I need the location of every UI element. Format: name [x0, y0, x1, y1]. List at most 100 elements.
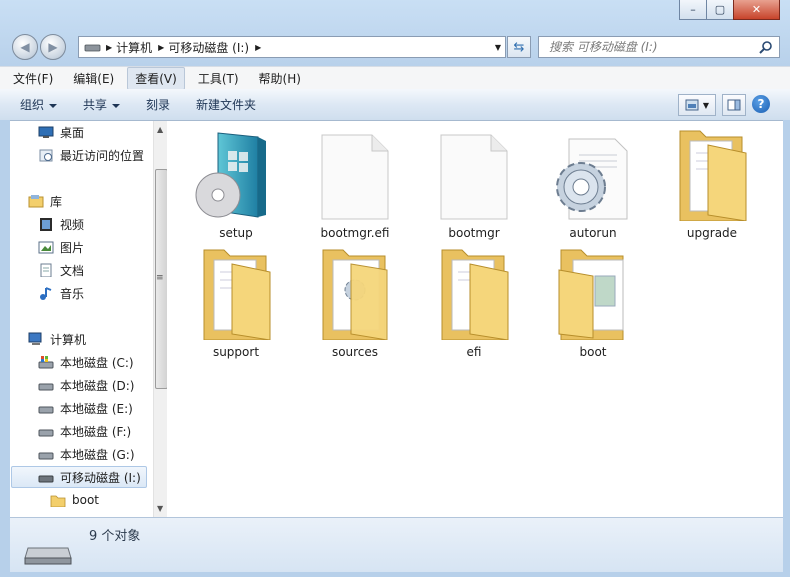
nav-drive-e[interactable]: 本地磁盘 (E:): [38, 397, 133, 419]
setup-installer-icon: [195, 132, 266, 218]
menu-tools[interactable]: 工具(T): [191, 68, 246, 89]
nav-desktop[interactable]: 桌面: [38, 121, 84, 143]
nav-scrollbar[interactable]: ▲ ≡ ▼: [153, 121, 168, 517]
nav-pictures[interactable]: 图片: [38, 236, 84, 258]
breadcrumb-arrow-icon: ▶: [255, 42, 262, 52]
scroll-up-icon[interactable]: ▲: [157, 125, 163, 134]
share-button[interactable]: 共享: [77, 94, 126, 115]
file-label: autorun: [569, 226, 617, 240]
file-bootmgr-efi[interactable]: bootmgr.efi: [307, 127, 403, 240]
nav-video[interactable]: 视频: [38, 213, 84, 235]
video-icon: [40, 218, 52, 231]
breadcrumb-arrow-icon: ▶: [106, 42, 113, 52]
file-label: efi: [466, 345, 482, 359]
drive-icon: [38, 452, 54, 460]
help-button[interactable]: ?: [752, 95, 770, 113]
address-bar[interactable]: ▶ 计算机 ▶ 可移动磁盘 (I:) ▶ ▼: [78, 36, 506, 58]
nav-music[interactable]: 音乐: [38, 282, 84, 304]
command-bar: 组织 共享 刻录 新建文件夹 ▼ ?: [0, 89, 790, 121]
documents-icon: [40, 263, 52, 277]
details-pane: 9 个对象: [10, 517, 783, 573]
share-label: 共享: [83, 98, 108, 112]
library-icon: [28, 195, 44, 208]
file-label: support: [212, 345, 260, 359]
nav-drive-f[interactable]: 本地磁盘 (F:): [38, 420, 131, 442]
breadcrumb-removable-disk[interactable]: 可移动磁盘 (I:): [168, 39, 249, 56]
nav-documents[interactable]: 文档: [38, 259, 84, 281]
maximize-button[interactable]: ▢: [706, 0, 734, 20]
music-icon: [40, 287, 52, 300]
folder-icon: [322, 249, 388, 341]
menu-edit[interactable]: 编辑(E): [66, 68, 121, 89]
folder-icon: [441, 249, 509, 341]
nav-drive-g[interactable]: 本地磁盘 (G:): [38, 443, 135, 465]
file-label: boot: [579, 345, 607, 359]
folder-support[interactable]: support: [188, 246, 284, 359]
navigation-pane: 桌面 最近访问的位置 库 视频 图片 文档 音乐 计算机 本地磁盘 (C:) 本…: [10, 121, 153, 517]
nav-folder-boot-label: boot: [72, 493, 100, 507]
nav-library[interactable]: 库: [28, 190, 62, 212]
maximize-icon: ▢: [714, 3, 726, 16]
menu-help[interactable]: 帮助(H): [252, 68, 308, 89]
folder-sources[interactable]: sources: [307, 246, 403, 359]
organize-button[interactable]: 组织: [14, 94, 63, 115]
preview-pane-button[interactable]: [722, 94, 746, 116]
nav-computer[interactable]: 计算机: [28, 328, 86, 350]
share-dropdown-icon: [112, 103, 121, 108]
forward-button[interactable]: ▶: [40, 34, 66, 60]
file-list: setup bootmgr.efi bootmgr autorun upgrad…: [167, 121, 783, 517]
drive-icon: [84, 44, 101, 52]
refresh-button[interactable]: ⇆: [507, 36, 531, 58]
preview-pane-icon: [727, 99, 741, 111]
recent-places-icon: [39, 149, 53, 162]
folder-efi[interactable]: efi: [426, 246, 522, 359]
nav-recent[interactable]: 最近访问的位置: [38, 144, 144, 166]
file-autorun[interactable]: autorun: [545, 127, 641, 240]
folder-upgrade[interactable]: upgrade: [664, 127, 760, 240]
nav-drive-d[interactable]: 本地磁盘 (D:): [38, 374, 134, 396]
search-box[interactable]: [538, 36, 780, 58]
view-dropdown-icon: ▼: [702, 100, 710, 110]
nav-drive-c[interactable]: 本地磁盘 (C:): [38, 351, 134, 373]
drive-icon: [38, 406, 54, 414]
removable-drive-icon: [38, 475, 54, 483]
menu-view[interactable]: 查看(V): [127, 66, 185, 90]
desktop-icon: [38, 126, 54, 138]
breadcrumb-computer[interactable]: 计算机: [116, 39, 152, 56]
scroll-down-icon[interactable]: ▼: [157, 504, 163, 513]
nav-drive-i[interactable]: 可移动磁盘 (I:): [11, 466, 147, 488]
pictures-icon: [38, 241, 54, 254]
burn-button[interactable]: 刻录: [140, 94, 176, 115]
nav-computer-label: 计算机: [50, 332, 87, 347]
explorer-window: – ▢ ✕ ◀ ▶ ▶ 计算机 ▶ 可移动磁盘 (I:) ▶ ▼ ⇆ 文件(F)…: [0, 0, 790, 577]
window-frame-bottom: [0, 572, 790, 577]
menu-bar: 文件(F) 编辑(E) 查看(V) 工具(T) 帮助(H): [0, 66, 790, 90]
address-dropdown-icon[interactable]: ▼: [495, 43, 501, 52]
view-icon: [685, 99, 699, 111]
back-button[interactable]: ◀: [12, 34, 38, 60]
organize-dropdown-icon: [49, 103, 58, 108]
item-count: 9 个对象: [89, 529, 141, 544]
organize-label: 组织: [20, 98, 45, 112]
menu-file[interactable]: 文件(F): [6, 68, 60, 89]
nav-documents-label: 文档: [60, 263, 85, 278]
file-label: setup: [219, 226, 253, 240]
folder-icon: [679, 130, 747, 222]
file-setup[interactable]: setup: [188, 127, 284, 240]
minimize-button[interactable]: –: [679, 0, 707, 20]
nav-drive-f-label: 本地磁盘 (F:): [60, 424, 132, 439]
file-label: bootmgr: [448, 226, 500, 240]
close-button[interactable]: ✕: [733, 0, 780, 20]
drive-icon: [38, 429, 54, 437]
nav-folder-boot[interactable]: boot: [50, 489, 99, 511]
nav-drive-i-label: 可移动磁盘 (I:): [60, 470, 141, 485]
new-folder-button[interactable]: 新建文件夹: [190, 94, 262, 115]
folder-boot[interactable]: boot: [545, 246, 641, 359]
window-frame-right: [783, 120, 790, 577]
search-input[interactable]: [547, 39, 760, 55]
change-view-button[interactable]: ▼: [678, 94, 716, 116]
computer-icon: [28, 332, 42, 345]
folder-icon: [558, 249, 624, 341]
file-bootmgr[interactable]: bootmgr: [426, 127, 522, 240]
search-icon[interactable]: [759, 40, 773, 54]
